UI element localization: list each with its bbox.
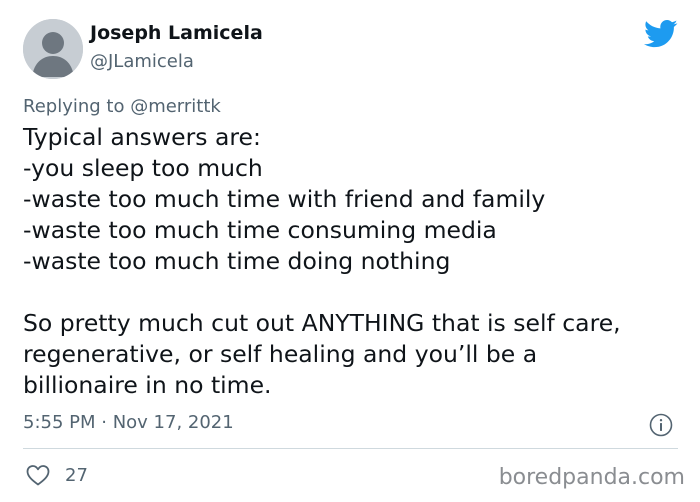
twitter-bird-icon[interactable] [644,19,678,49]
tweet-text-line: -you sleep too much [23,154,263,182]
tweet-text-line: -waste too much time consuming media [23,216,497,244]
display-name[interactable]: Joseph Lamicela [90,22,263,44]
reply-prefix: Replying to [23,96,131,117]
tweet-text-line: Typical answers are: [23,123,261,151]
user-handle[interactable]: @JLamicela [90,51,194,72]
tweet-text-line: So pretty much cut out ANYTHING that is … [23,309,621,337]
tweet-timestamp[interactable]: 5:55 PM · Nov 17, 2021 [23,412,234,433]
reply-mention-link[interactable]: @merrittk [130,96,221,117]
tweet-text-line: -waste too much time doing nothing [23,247,451,275]
info-icon[interactable] [649,413,673,437]
tweet-text: Typical answers are: -you sleep too much… [23,122,688,401]
watermark: boredpanda.com [498,465,685,490]
like-button[interactable]: 27 [25,462,88,488]
tweet-text-line: -waste too much time with friend and fam… [23,185,546,213]
divider [23,448,678,449]
tweet-card: Joseph Lamicela @JLamicela Replying to @… [0,0,700,502]
avatar[interactable] [23,19,83,79]
tweet-text-line: regenerative, or self healing and you’ll… [23,340,538,368]
default-avatar-icon [23,19,83,79]
like-count: 27 [65,464,88,486]
tweet-text-line: billionaire in no time. [23,371,272,399]
replying-to: Replying to @merrittk [23,96,221,117]
heart-icon [26,465,50,486]
